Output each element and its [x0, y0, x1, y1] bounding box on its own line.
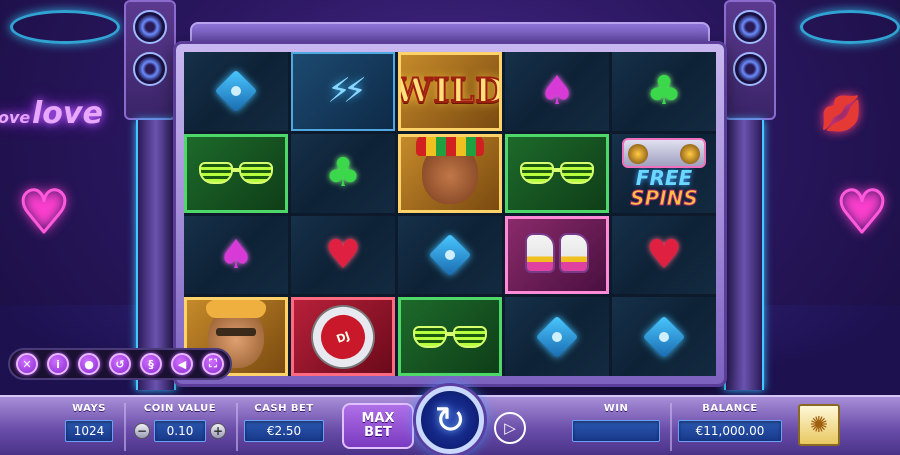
- autoplay-button[interactable]: ▷: [494, 412, 526, 444]
- coin-value-stepper: − 0.10 +: [134, 420, 226, 442]
- reel-cell: ⚡⚡: [291, 52, 395, 131]
- coin-value: 0.10: [154, 420, 206, 442]
- reel-cell: [398, 133, 502, 213]
- ways-value: 1024: [65, 420, 113, 442]
- ways-label: WAYS: [72, 403, 106, 414]
- boombox-icon: [622, 138, 706, 169]
- reel-cell: ♥: [612, 215, 716, 295]
- coin-value-label: COIN VALUE: [143, 403, 217, 414]
- spin-button[interactable]: ↻: [416, 386, 484, 454]
- speaker-left: [124, 0, 176, 120]
- cash-bet-label: CASH BET: [254, 403, 314, 414]
- neon-love-sign: love: [32, 96, 103, 131]
- divider: [124, 403, 126, 451]
- max-bet-label-line1: MAX: [361, 411, 395, 427]
- reel-cell: [184, 133, 288, 213]
- reel-cell: ♣: [291, 133, 395, 213]
- divider: [670, 403, 672, 451]
- reel-cell: [398, 215, 502, 295]
- glasses-symbol-icon: [518, 158, 596, 188]
- reel-frame: ⚡⚡ WILD ♠ ♣ ♣ FREE SPINS ♠ ♥ ♥ DJ: [176, 44, 724, 384]
- diamond-symbol-icon: [428, 233, 472, 277]
- woman-symbol-icon: [416, 136, 484, 205]
- free-spins-text-free: FREE: [635, 166, 693, 191]
- max-bet-button[interactable]: MAX BET: [342, 403, 414, 449]
- info-button[interactable]: i: [47, 353, 69, 375]
- watch-face-text: DJ: [334, 328, 352, 345]
- settings-toolbar: ✕ i ● ↺ § ◀ ⛶: [8, 348, 232, 380]
- free-spins-text-spins: SPINS: [630, 186, 699, 211]
- reel-cell: [398, 297, 502, 376]
- provider-logo: ✺: [798, 404, 840, 446]
- free-spins-scatter-symbol: FREE SPINS: [622, 138, 706, 211]
- divider: [236, 403, 238, 451]
- balance-field: BALANCE €11,000.00: [676, 403, 784, 442]
- watch-symbol-icon: DJ: [304, 300, 382, 374]
- reel-cell: [505, 297, 609, 376]
- neon-ring-right: [800, 10, 900, 44]
- reel-cell: DJ: [291, 297, 395, 376]
- rules-button[interactable]: §: [140, 353, 162, 375]
- neon-heart-right-icon: ♥: [835, 177, 890, 248]
- cash-bet-value: €2.50: [244, 420, 324, 442]
- sound-button[interactable]: ◀: [171, 353, 193, 375]
- pillar-right: [724, 120, 764, 390]
- diamond-symbol-icon: [642, 315, 686, 358]
- autoplay-icon: ▷: [504, 419, 516, 437]
- speaker-right: [724, 0, 776, 120]
- neon-ring-left: [10, 10, 120, 44]
- reel-cell: ♥: [291, 215, 395, 295]
- diamond-symbol-icon: [535, 315, 579, 358]
- reel-cell: [184, 52, 288, 131]
- reel-cell: FREE SPINS: [612, 133, 716, 213]
- reel-cell: [505, 133, 609, 213]
- reel-cell: ♠: [505, 52, 609, 131]
- win-value: [572, 420, 660, 442]
- earrings-symbol-icon: ⚡⚡: [327, 71, 367, 112]
- diamond-symbol-icon: [214, 70, 258, 113]
- club-symbol-icon: ♣: [646, 68, 682, 115]
- settings-button[interactable]: ●: [78, 353, 100, 375]
- coin-increase-button[interactable]: +: [210, 423, 226, 439]
- ways-field: WAYS 1024: [62, 403, 116, 442]
- wild-symbol: WILD: [398, 70, 502, 112]
- reel-cell: [612, 297, 716, 376]
- heart-symbol-icon: ♥: [646, 231, 682, 278]
- provider-logo-icon: ✺: [809, 412, 829, 438]
- win-field: WIN: [570, 403, 662, 442]
- glasses-symbol-icon: [411, 322, 489, 352]
- cash-bet-field: CASH BET €2.50: [242, 403, 326, 442]
- spade-symbol-icon: ♠: [218, 231, 254, 278]
- win-label: WIN: [603, 403, 629, 414]
- sneakers-symbol-icon: [523, 232, 591, 277]
- spin-icon: ↻: [434, 398, 466, 442]
- reel-grid: ⚡⚡ WILD ♠ ♣ ♣ FREE SPINS ♠ ♥ ♥ DJ: [184, 52, 716, 376]
- balance-label: BALANCE: [702, 403, 758, 414]
- game-stage: ove love ♥ ♥ 💋 ⚡⚡ WILD ♠ ♣ ♣ FREE SPINS ♠ ♥ ♥ DJ ✕…: [0, 0, 900, 455]
- club-symbol-icon: ♣: [325, 150, 361, 197]
- fullscreen-button[interactable]: ⛶: [202, 353, 224, 375]
- heart-symbol-icon: ♥: [325, 231, 361, 278]
- history-button[interactable]: ↺: [109, 353, 131, 375]
- coin-decrease-button[interactable]: −: [134, 423, 150, 439]
- close-button[interactable]: ✕: [16, 353, 38, 375]
- coin-value-field: COIN VALUE − 0.10 +: [130, 403, 230, 442]
- balance-value: €11,000.00: [678, 420, 782, 442]
- neon-heart-left-icon: ♥: [17, 177, 72, 248]
- max-bet-label-line2: BET: [364, 425, 392, 440]
- spade-symbol-icon: ♠: [539, 68, 575, 115]
- glasses-symbol-icon: [197, 158, 275, 188]
- reel-cell: ♣: [612, 52, 716, 131]
- neon-love-sign-small: ove: [0, 108, 31, 127]
- reel-cell: ♠: [184, 215, 288, 295]
- neon-lips-icon: 💋: [820, 94, 863, 134]
- reel-cell: WILD: [398, 52, 502, 131]
- reel-cell: [505, 215, 609, 295]
